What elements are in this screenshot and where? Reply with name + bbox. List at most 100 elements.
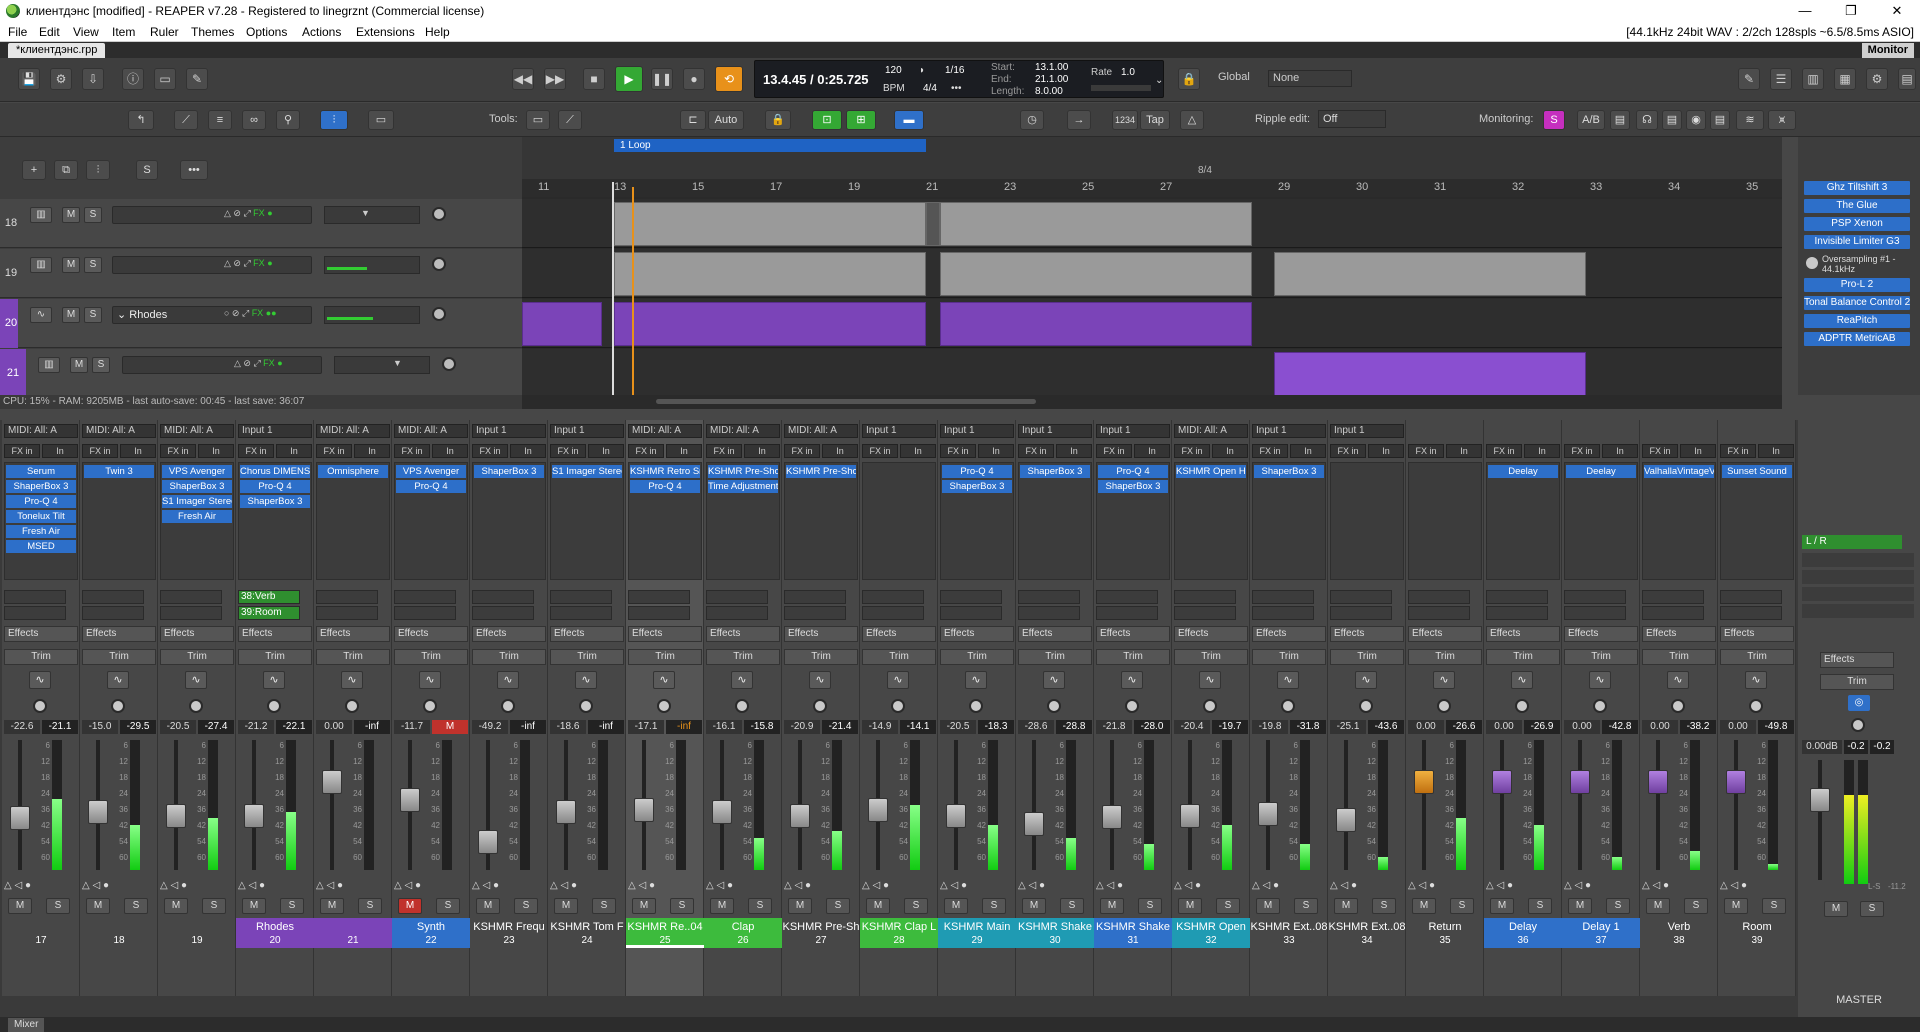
- headphones-icon[interactable]: ☊: [1636, 110, 1658, 130]
- fx-in-button[interactable]: FX in: [1174, 444, 1210, 458]
- strip-name[interactable]: KSHMR Tom F 24: [548, 918, 626, 948]
- pan-knob[interactable]: [432, 307, 446, 321]
- in-button[interactable]: In: [276, 444, 312, 458]
- start-value[interactable]: 13.1.00: [1035, 62, 1068, 73]
- effects-button[interactable]: Effects: [1642, 626, 1716, 642]
- undo-icon[interactable]: ↰: [128, 110, 154, 130]
- pan-knob[interactable]: [579, 699, 593, 713]
- audio-item[interactable]: [940, 302, 1252, 346]
- solo-button[interactable]: S: [436, 898, 460, 914]
- fx-slot[interactable]: ADPTR MetricAB: [1804, 332, 1910, 346]
- in-button[interactable]: In: [354, 444, 390, 458]
- fx-in-button[interactable]: FX in: [1564, 444, 1600, 458]
- menu-options[interactable]: Options: [246, 25, 287, 39]
- fx-plugin[interactable]: Pro-Q 4: [240, 480, 310, 493]
- send-slot[interactable]: [1018, 590, 1080, 604]
- input-select[interactable]: MIDI: All: A: [784, 424, 858, 438]
- menu-edit[interactable]: Edit: [39, 25, 60, 39]
- solo-button[interactable]: S: [358, 898, 382, 914]
- mute-button[interactable]: M: [1490, 898, 1514, 914]
- select-tool-icon[interactable]: ▭: [526, 110, 550, 130]
- fader-track[interactable]: [1344, 740, 1348, 870]
- solo-button[interactable]: S: [46, 898, 70, 914]
- mute-button[interactable]: M: [1334, 898, 1358, 914]
- effects-button[interactable]: Effects: [394, 626, 468, 642]
- input-select[interactable]: Input 1: [238, 424, 312, 438]
- mute-button[interactable]: M: [944, 898, 968, 914]
- input-type-icon[interactable]: ∿: [1511, 671, 1533, 689]
- pan-knob[interactable]: [1281, 699, 1295, 713]
- timesig-value[interactable]: 4/4: [923, 83, 937, 94]
- strip-name[interactable]: Rhodes 20: [236, 918, 314, 948]
- fx-plugin[interactable]: ShaperBox 3: [6, 480, 76, 493]
- strip-icons[interactable]: △ ◁ ●: [784, 880, 858, 894]
- volume-readout[interactable]: -20.5: [940, 720, 976, 734]
- strip-name[interactable]: Delay 1 37: [1562, 918, 1640, 948]
- fx-slot[interactable]: PSP Xenon: [1804, 217, 1910, 231]
- loop-region[interactable]: 1 Loop: [614, 139, 926, 152]
- trim-button[interactable]: Trim: [1720, 649, 1794, 665]
- effects-button[interactable]: Effects: [1174, 626, 1248, 642]
- mute-button[interactable]: M: [1256, 898, 1280, 914]
- trim-button[interactable]: Trim: [472, 649, 546, 665]
- in-button[interactable]: In: [1134, 444, 1170, 458]
- fader-track[interactable]: [1500, 740, 1504, 870]
- strip-name[interactable]: KSHMR Ext..08 34: [1328, 918, 1406, 948]
- fx-chain[interactable]: VPS Avenger Pro-Q 4: [394, 462, 468, 580]
- send-slot[interactable]: [1486, 606, 1548, 620]
- volume-readout[interactable]: -49.2: [472, 720, 508, 734]
- fader-handle[interactable]: [790, 803, 810, 828]
- fx-in-button[interactable]: FX in: [1720, 444, 1756, 458]
- volume-readout[interactable]: -16.1: [706, 720, 742, 734]
- volume-readout[interactable]: -20.5: [160, 720, 196, 734]
- trim-button[interactable]: Trim: [1174, 649, 1248, 665]
- fx-chain[interactable]: KSHMR Pre-Shot: [784, 462, 858, 580]
- fader-handle[interactable]: [10, 806, 30, 830]
- effects-button[interactable]: Effects: [1564, 626, 1638, 642]
- strip-icons[interactable]: △ ◁ ●: [394, 880, 468, 894]
- input-type-icon[interactable]: ∿: [341, 671, 363, 689]
- midi-item[interactable]: [940, 252, 1252, 296]
- input-type-icon[interactable]: ∿: [497, 671, 519, 689]
- rate-slider[interactable]: [1091, 85, 1151, 91]
- lane-20[interactable]: [522, 299, 1782, 348]
- send-slot[interactable]: [394, 606, 456, 620]
- fader-handle[interactable]: [322, 770, 342, 794]
- strip-icons[interactable]: △ ◁ ●: [550, 880, 624, 894]
- mute-button[interactable]: M: [398, 898, 422, 914]
- strip-name[interactable]: KSHMR Frequ 23: [470, 918, 548, 948]
- master-effects-button[interactable]: Effects: [1820, 652, 1894, 668]
- fx-in-button[interactable]: FX in: [1408, 444, 1444, 458]
- in-button[interactable]: In: [120, 444, 156, 458]
- fx-plugin[interactable]: S1 Imager Stereo: [162, 495, 232, 508]
- mute-button[interactable]: M: [1724, 898, 1748, 914]
- mute-button[interactable]: M: [164, 898, 188, 914]
- send-slot[interactable]: [940, 606, 1002, 620]
- analyzer-icon[interactable]: ≋: [1736, 110, 1764, 130]
- in-button[interactable]: In: [1056, 444, 1092, 458]
- record-button[interactable]: ●: [683, 68, 705, 90]
- mute-button[interactable]: M: [1178, 898, 1202, 914]
- send-slot[interactable]: [4, 606, 66, 620]
- arrow-right-icon[interactable]: →: [1067, 110, 1091, 130]
- lock-icon[interactable]: 🔒: [1178, 68, 1200, 90]
- tracks-view-icon[interactable]: ☰: [1770, 68, 1792, 90]
- solo-button[interactable]: S: [202, 898, 226, 914]
- input-type-icon[interactable]: ∿: [1043, 671, 1065, 689]
- fx-chain[interactable]: [862, 462, 936, 580]
- fx-plugin[interactable]: KSHMR Pre-Shot: [708, 465, 778, 478]
- snap-icon[interactable]: ⊡: [812, 110, 842, 130]
- mute-button[interactable]: M: [632, 898, 656, 914]
- input-select[interactable]: Input 1: [1018, 424, 1092, 438]
- grid-snap-icon[interactable]: ⊞: [846, 110, 876, 130]
- volume-readout[interactable]: 0.00: [1564, 720, 1600, 734]
- fx-plugin[interactable]: MSED: [6, 540, 76, 553]
- trim-button[interactable]: Trim: [940, 649, 1014, 665]
- monitor-fx-icon[interactable]: S: [1543, 110, 1565, 130]
- render-icon[interactable]: ⇩: [82, 68, 104, 90]
- more-icon[interactable]: •••: [180, 160, 208, 180]
- fx-chain[interactable]: ShaperBox 3: [1018, 462, 1092, 580]
- project-settings-icon[interactable]: ⚙: [50, 68, 72, 90]
- mute-button[interactable]: M: [866, 898, 890, 914]
- fader-handle[interactable]: [946, 803, 966, 828]
